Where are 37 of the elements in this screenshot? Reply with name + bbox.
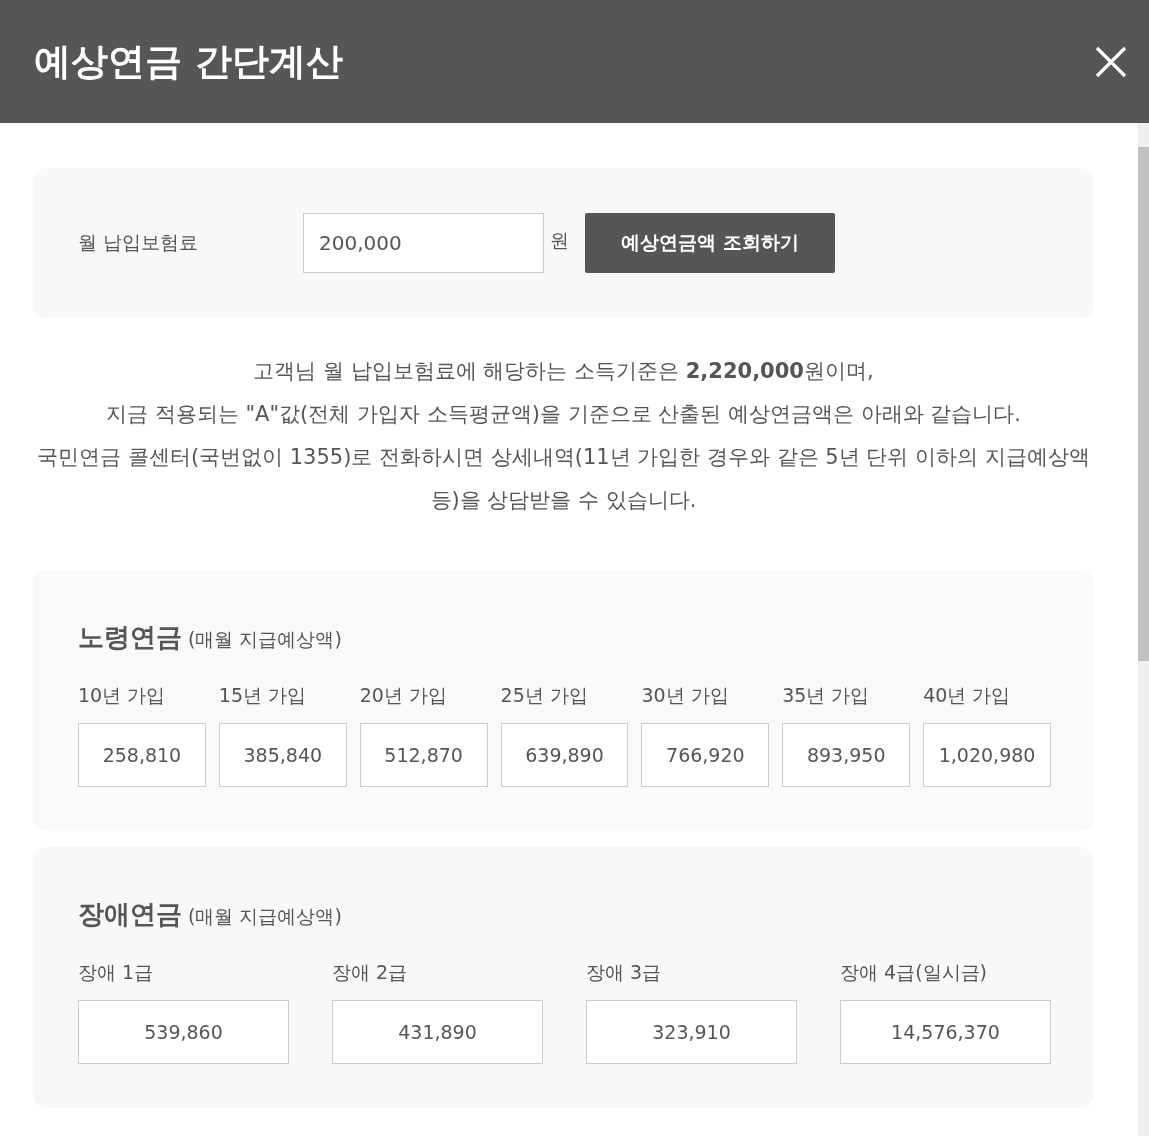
period-label: 15년 가입: [218, 683, 308, 708]
period-label: 20년 가입: [359, 683, 448, 708]
premium-label: 월 납입보험료: [78, 230, 200, 255]
amount-field: 14,576,370: [840, 1000, 1051, 1064]
notice-text: 국민연금 콜센터(국번없이 1355)로 전화하시면 상세내역(11년 가입한 경우와 같은 5년 단위 이하의 지급예상액 등)을 상담받을 수 있습니다.: [36, 444, 1091, 514]
amount-field: 512,870: [359, 723, 488, 787]
period-label: 장애 2급: [332, 960, 409, 985]
section-subtitle: (매월 지급예상액): [188, 627, 342, 652]
period-label: 35년 가입: [782, 683, 871, 708]
scrollbar[interactable]: [1138, 123, 1149, 1136]
amount-field: 639,890: [500, 723, 629, 787]
amount-field: 323,910: [586, 1000, 797, 1064]
period-label: 장애 4급(일시금): [840, 960, 988, 985]
unit-label: 원: [550, 228, 569, 253]
notice-text: 고객님 월 납입보험료에 해당하는 소득기준은 2,220,000원이며,: [252, 358, 875, 385]
amount-field: 431,890: [332, 1000, 543, 1064]
section-subtitle: (매월 지급예상액): [188, 904, 342, 929]
period-label: 25년 가입: [500, 683, 589, 708]
period-label: 장애 3급: [586, 960, 663, 985]
period-label: 장애 1급: [78, 960, 155, 985]
amount-field: 258,810: [78, 723, 206, 787]
amount-field: 1,020,980: [923, 723, 1051, 787]
period-label: 10년 가입: [78, 683, 167, 708]
notice-text: 지금 적용되는 "A"값(전체 가입자 소득평균액)을 기준으로 산출된 예상연금액은 아래와 같습니다.: [105, 401, 1022, 428]
period-label: 30년 가입: [641, 683, 730, 708]
amount-field: 766,920: [641, 723, 770, 787]
dialog-title: 예상연금 간단계산: [34, 38, 343, 85]
scrollbar-thumb[interactable]: [1138, 147, 1149, 661]
section-title: 장애연금: [78, 898, 182, 931]
lookup-button[interactable]: 예상연금액 조회하기: [585, 213, 835, 273]
section-title: 노령연금: [78, 621, 182, 654]
amount-field: 893,950: [782, 723, 911, 787]
amount-field: 539,860: [78, 1000, 289, 1064]
period-label: 40년 가입: [923, 683, 1012, 708]
premium-input[interactable]: 200,000: [303, 213, 544, 273]
amount-field: 385,840: [218, 723, 347, 787]
close-icon[interactable]: [1095, 45, 1127, 78]
